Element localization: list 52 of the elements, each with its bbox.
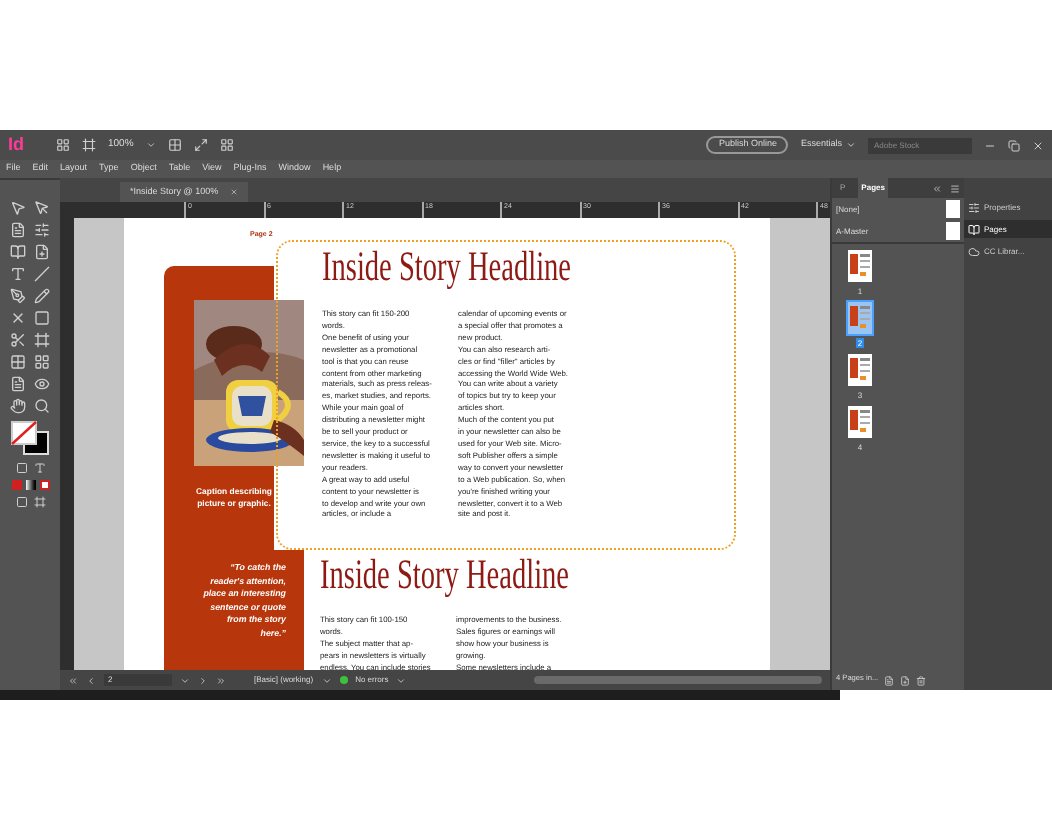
note-tool-icon[interactable] xyxy=(10,376,26,392)
none-icon[interactable] xyxy=(39,480,49,490)
previous-page-icon[interactable] xyxy=(86,675,96,685)
pencil-tool-icon[interactable] xyxy=(34,288,50,304)
normal-view-icon[interactable] xyxy=(15,496,27,508)
rectangle-tool-icon[interactable] xyxy=(34,310,50,326)
page-tool-icon[interactable] xyxy=(10,222,26,238)
dropdown-icon[interactable] xyxy=(180,675,190,685)
direct-selection-tool-icon[interactable] xyxy=(34,200,50,216)
close-icon[interactable] xyxy=(1032,139,1044,151)
new-page-icon[interactable] xyxy=(900,675,911,685)
minimize-icon[interactable] xyxy=(984,139,996,151)
gradient-icon[interactable] xyxy=(25,480,35,490)
rectangle-frame-tool-icon[interactable] xyxy=(10,310,26,326)
panel-icon xyxy=(968,245,980,257)
page-thumbnail[interactable] xyxy=(848,250,872,282)
dropdown-icon xyxy=(846,140,856,150)
text-mode-icon[interactable] xyxy=(33,462,45,474)
delete-page-icon[interactable] xyxy=(916,675,927,685)
screen-mode-icon[interactable] xyxy=(193,138,208,152)
restore-icon[interactable] xyxy=(1008,139,1020,151)
zoom-tool-icon[interactable] xyxy=(34,398,50,414)
panel-icon xyxy=(968,223,980,235)
dropdown-icon[interactable] xyxy=(396,675,407,685)
story-headline: Inside Story Headline xyxy=(322,242,572,290)
gap-tool-icon[interactable] xyxy=(34,222,50,238)
edit-page-size-icon[interactable] xyxy=(884,675,895,685)
last-page-icon[interactable] xyxy=(216,675,226,685)
page-thumbnail[interactable] xyxy=(848,354,872,386)
scrollbar[interactable] xyxy=(534,676,822,684)
dropdown-icon[interactable] xyxy=(145,140,156,150)
scissors-icon[interactable] xyxy=(10,332,26,348)
page-thumbnail[interactable] xyxy=(848,302,872,334)
next-page-icon[interactable] xyxy=(198,675,208,685)
hand-tool-icon[interactable] xyxy=(10,398,26,414)
collapse-icon[interactable] xyxy=(932,183,942,193)
page-thumbnail[interactable] xyxy=(848,406,872,438)
fill-stroke-swatch[interactable] xyxy=(10,420,50,456)
content-placer-icon[interactable] xyxy=(34,244,50,260)
content-collector-icon[interactable] xyxy=(10,244,26,260)
first-page-icon[interactable] xyxy=(68,675,78,685)
panel-icon xyxy=(968,201,980,213)
type-tool-icon[interactable] xyxy=(10,266,26,282)
story-headline: Inside Story Headline xyxy=(320,550,570,598)
line-tool-icon[interactable] xyxy=(34,266,50,282)
selection-tool-icon[interactable] xyxy=(10,200,26,216)
color-icon[interactable] xyxy=(11,480,21,490)
panel-menu-icon[interactable] xyxy=(950,183,960,193)
pen-tool-icon[interactable] xyxy=(10,288,26,304)
container-mode-icon[interactable] xyxy=(15,462,27,474)
dropdown-icon[interactable] xyxy=(321,675,332,685)
app-logo: Id xyxy=(8,131,26,158)
